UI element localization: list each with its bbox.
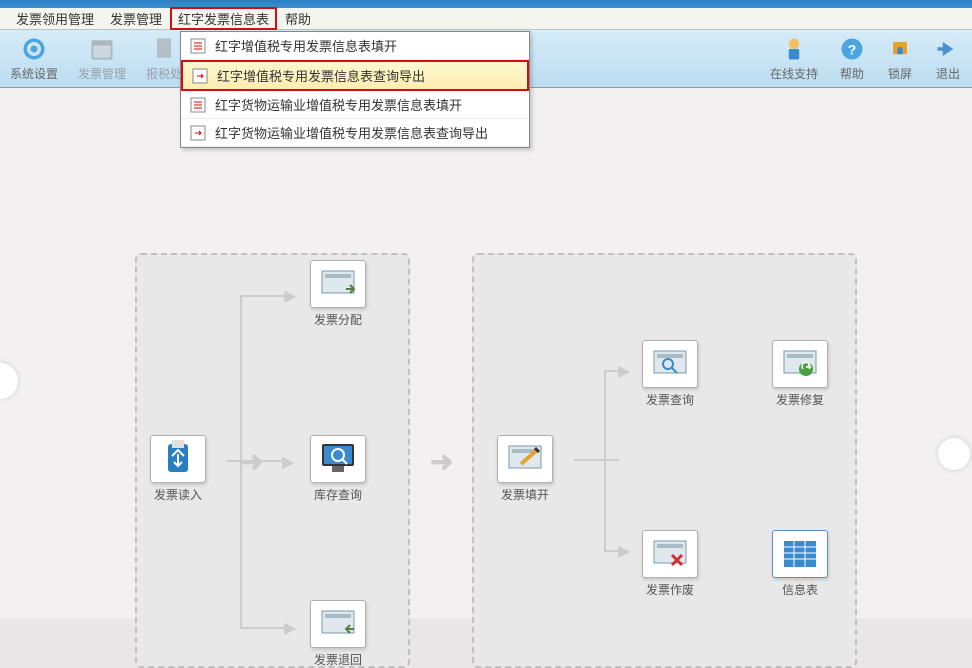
toolbar-help[interactable]: ? 帮助 <box>828 31 876 87</box>
repair-icon <box>780 347 820 381</box>
menu-invoice-mgmt[interactable]: 发票管理 <box>102 7 170 30</box>
help-icon: ? <box>838 35 866 63</box>
node-label: 信息表 <box>782 581 818 598</box>
exit-icon <box>934 35 962 63</box>
lock-icon <box>886 35 914 63</box>
node-label: 发票退回 <box>314 651 362 668</box>
node-label: 发票分配 <box>314 311 362 328</box>
dropdown-label: 红字增值税专用发票信息表填开 <box>215 36 397 55</box>
document-icon <box>150 35 178 63</box>
calendar-icon <box>88 35 116 63</box>
menu-receive-mgmt[interactable]: 发票领用管理 <box>8 7 102 30</box>
node-invoice-fill[interactable]: 发票填开 <box>489 435 561 503</box>
toolbar-settings-label: 系统设置 <box>10 65 58 82</box>
toolbar-lock[interactable]: 锁屏 <box>876 31 924 87</box>
node-invoice-query[interactable]: 发票查询 <box>634 340 706 408</box>
toolbar-settings[interactable]: 系统设置 <box>0 31 68 87</box>
node-invoice-repair[interactable]: 发票修复 <box>764 340 836 408</box>
support-icon <box>780 35 808 63</box>
form-icon <box>189 37 207 55</box>
node-info-table[interactable]: 信息表 <box>764 530 836 598</box>
arrow-right-icon: ▶ <box>282 452 294 472</box>
connector <box>604 370 606 550</box>
connector <box>240 627 288 629</box>
toolbar-invoice-label: 发票管理 <box>78 65 126 82</box>
node-invoice-void[interactable]: 发票作废 <box>634 530 706 598</box>
toolbar-exit-label: 退出 <box>936 65 960 82</box>
float-button-right[interactable] <box>938 438 970 470</box>
gear-icon <box>20 35 48 63</box>
dropdown-item-export[interactable]: 红字增值税专用发票信息表查询导出 <box>181 60 529 91</box>
table-icon <box>780 537 820 571</box>
arrow-right-icon: ▶ <box>284 286 296 306</box>
node-invoice-distribute[interactable]: 发票分配 <box>302 260 374 328</box>
connector <box>240 295 288 297</box>
fill-icon <box>505 442 545 476</box>
menu-help[interactable]: 帮助 <box>277 7 319 30</box>
dropdown-label: 红字货物运输业增值税专用发票信息表查询导出 <box>215 123 488 142</box>
toolbar-tax-label: 报税处 <box>146 65 182 82</box>
dropdown-item-fill[interactable]: 红字增值税专用发票信息表填开 <box>181 32 529 60</box>
monitor-search-icon <box>318 440 358 478</box>
panel-right: ▶ ▶ 发票填开 <box>472 253 857 668</box>
arrow-right-icon: ➜ <box>240 445 263 478</box>
node-stock-query[interactable]: 库存查询 <box>302 435 374 503</box>
arrow-right-icon: ➜ <box>430 445 453 478</box>
node-label: 发票读入 <box>154 486 202 503</box>
node-label: 发票查询 <box>646 391 694 408</box>
dropdown-label: 红字货物运输业增值税专用发票信息表填开 <box>215 95 462 114</box>
menubar: 发票领用管理 发票管理 红字发票信息表 帮助 <box>0 8 972 30</box>
toolbar-lock-label: 锁屏 <box>888 65 912 82</box>
export-icon <box>189 124 207 142</box>
return-icon <box>318 607 358 641</box>
toolbar-online-label: 在线支持 <box>770 65 818 82</box>
usb-icon <box>158 440 198 478</box>
connector <box>574 459 619 461</box>
search-icon <box>650 347 690 381</box>
toolbar-exit[interactable]: 退出 <box>924 31 972 87</box>
form-icon <box>189 96 207 114</box>
dropdown-item-cargo-export[interactable]: 红字货物运输业增值税专用发票信息表查询导出 <box>181 119 529 147</box>
node-invoice-return[interactable]: 发票退回 <box>302 600 374 668</box>
svg-text:?: ? <box>848 41 857 57</box>
node-invoice-import[interactable]: 发票读入 <box>142 435 214 503</box>
distribute-icon <box>318 267 358 301</box>
float-button-left[interactable] <box>0 363 18 399</box>
arrow-right-icon: ▶ <box>618 541 630 561</box>
toolbar-help-label: 帮助 <box>840 65 864 82</box>
dropdown-red-invoice: 红字增值税专用发票信息表填开 红字增值税专用发票信息表查询导出 红字货物运输业增… <box>180 31 530 148</box>
toolbar-invoice[interactable]: 发票管理 <box>68 31 136 87</box>
node-label: 发票修复 <box>776 391 824 408</box>
node-label: 发票作废 <box>646 581 694 598</box>
arrow-right-icon: ▶ <box>618 361 630 381</box>
panel-left: ▶ ▶ ▶ 发票分配 <box>135 253 410 668</box>
dropdown-item-cargo-fill[interactable]: 红字货物运输业增值税专用发票信息表填开 <box>181 91 529 119</box>
node-label: 发票填开 <box>501 486 549 503</box>
node-label: 库存查询 <box>314 486 362 503</box>
arrow-right-icon: ▶ <box>284 618 296 638</box>
void-icon <box>650 537 690 571</box>
toolbar-online[interactable]: 在线支持 <box>760 31 828 87</box>
menu-red-invoice[interactable]: 红字发票信息表 <box>170 7 277 30</box>
canvas: ▶ ▶ ▶ 发票分配 <box>0 88 972 618</box>
export-icon <box>191 67 209 85</box>
dropdown-label: 红字增值税专用发票信息表查询导出 <box>217 66 425 85</box>
